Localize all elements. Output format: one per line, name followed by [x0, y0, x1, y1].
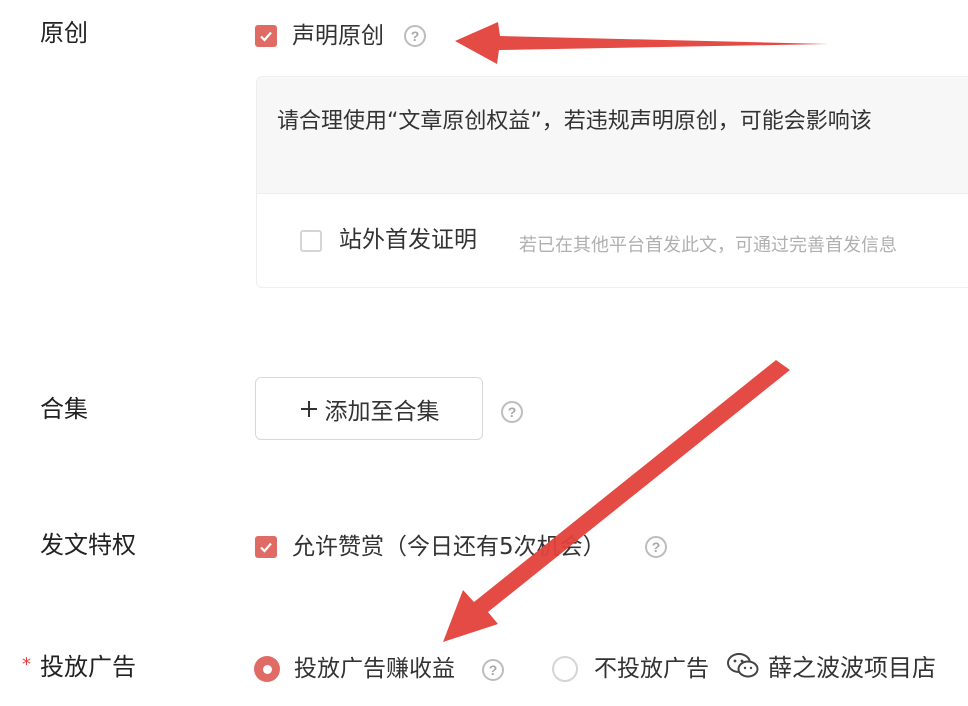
arrow-to-declare-original — [455, 22, 828, 64]
first-publish-hint: 若已在其他平台首发此文，可通过完善首发信息 — [519, 235, 897, 256]
original-label: 原创 — [40, 19, 88, 47]
original-notice-panel: 请合理使用“文章原创权益”，若违规声明原创，可能会影响该 站外首发证明 若已在其… — [256, 76, 968, 288]
first-publish-label[interactable]: 站外首发证明 — [339, 225, 477, 255]
original-notice-text: 请合理使用“文章原创权益”，若违规声明原创，可能会影响该 — [277, 109, 872, 134]
first-publish-checkbox[interactable] — [300, 230, 322, 252]
ads-label: 投放广告 — [40, 653, 136, 681]
add-to-collection-label: 添加至合集 — [324, 398, 440, 425]
allow-reward-label[interactable]: 允许赞赏（今日还有5次机会） — [292, 532, 606, 562]
help-icon[interactable]: ? — [404, 25, 426, 47]
watermark: 薛之波波项目店 — [726, 648, 936, 683]
watermark-text: 薛之波波项目店 — [768, 654, 936, 682]
collection-label: 合集 — [40, 395, 88, 423]
check-icon — [260, 31, 272, 42]
add-to-collection-button[interactable]: 添加至合集 — [255, 377, 483, 440]
check-icon — [260, 542, 272, 553]
help-icon[interactable]: ? — [501, 401, 523, 423]
privilege-label: 发文特权 — [40, 531, 136, 559]
help-icon[interactable]: ? — [645, 536, 667, 558]
arrow-to-ads-option — [443, 360, 790, 642]
ads-on-radio[interactable] — [254, 656, 280, 682]
wechat-icon — [727, 652, 759, 677]
allow-reward-checkbox[interactable] — [255, 536, 277, 558]
ads-on-label[interactable]: 投放广告赚收益 — [294, 654, 455, 684]
divider — [257, 193, 968, 194]
declare-original-checkbox[interactable] — [255, 25, 277, 47]
help-icon[interactable]: ? — [482, 659, 504, 681]
plus-icon — [300, 400, 317, 417]
ads-off-label[interactable]: 不投放广告 — [594, 654, 709, 684]
declare-original-label[interactable]: 声明原创 — [292, 21, 384, 51]
required-mark: * — [22, 654, 31, 675]
ads-off-radio[interactable] — [552, 656, 578, 682]
